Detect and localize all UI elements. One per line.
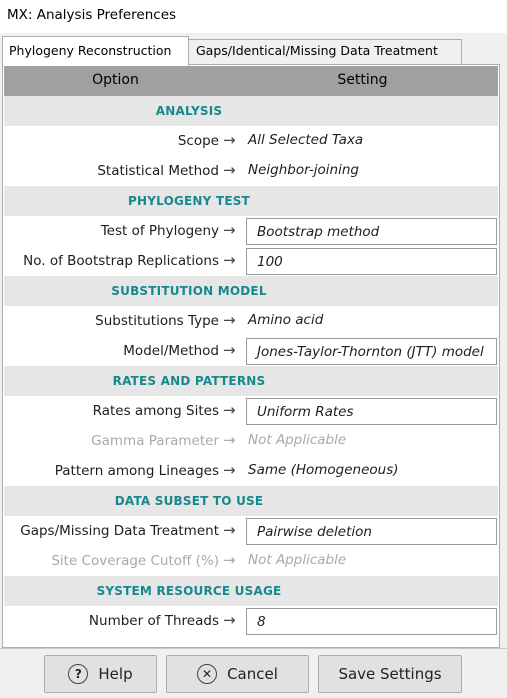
setting-value: Amino acid xyxy=(248,312,324,328)
arrow-right-icon: → xyxy=(223,461,236,479)
setting-value: Jones-Taylor-Thornton (JTT) model xyxy=(257,344,484,360)
footer-divider xyxy=(0,648,507,649)
arrow-right-icon: → xyxy=(223,401,236,419)
option-row: Number of Threads → 8 xyxy=(4,606,498,636)
option-row: Gaps/Missing Data Treatment → Pairwise del… xyxy=(4,516,498,546)
cancel-button-label: Cancel xyxy=(227,665,278,683)
setting-field[interactable]: Pairwise deletion xyxy=(246,518,497,545)
section-label: SYSTEM RESOURCE USAGE xyxy=(96,584,282,598)
cancel-button[interactable]: ✕ Cancel xyxy=(166,655,309,693)
option-label: Site Coverage Cutoff (%) xyxy=(51,553,219,569)
option-label: Model/Method xyxy=(123,343,219,359)
option-label: Rates among Sites xyxy=(92,403,219,419)
tab-gaps-missing-data[interactable]: Gaps/Identical/Missing Data Treatment xyxy=(189,39,462,66)
save-settings-button[interactable]: Save Settings xyxy=(318,655,462,693)
section-label: SUBSTITUTION MODEL xyxy=(111,284,267,298)
header-setting: Setting xyxy=(337,72,388,88)
option-label: Test of Phylogeny xyxy=(100,223,219,239)
arrow-right-icon: → xyxy=(223,161,236,179)
section-header: SUBSTITUTION MODEL xyxy=(4,276,498,306)
option-row: Statistical Method → Neighbor-joining xyxy=(4,156,498,186)
window-title-bar: MX: Analysis Preferences xyxy=(0,0,507,33)
tab-bar: Phylogeny Reconstruction Gaps/Identical/… xyxy=(0,33,507,66)
option-label: Scope xyxy=(177,133,219,149)
setting-field[interactable]: Bootstrap method xyxy=(246,218,497,245)
arrow-right-icon: → xyxy=(223,131,236,149)
window-title: MX: Analysis Preferences xyxy=(7,7,177,23)
arrow-right-icon: → xyxy=(223,251,236,269)
setting-value: Uniform Rates xyxy=(257,404,354,420)
setting-field[interactable]: Uniform Rates xyxy=(246,398,497,425)
setting-value: Same (Homogeneous) xyxy=(248,462,399,478)
setting-value: 8 xyxy=(257,614,266,630)
section-header: SYSTEM RESOURCE USAGE xyxy=(4,576,498,606)
arrow-right-icon: → xyxy=(223,341,236,359)
option-row: Test of Phylogeny → Bootstrap method xyxy=(4,216,498,246)
option-row: Site Coverage Cutoff (%) → Not Applicable xyxy=(4,546,498,576)
header-option: Option xyxy=(92,72,139,88)
option-label: Substitutions Type xyxy=(95,313,219,329)
section-header: PHYLOGENY TEST xyxy=(4,186,498,216)
save-button-label: Save Settings xyxy=(338,665,442,683)
section-label: PHYLOGENY TEST xyxy=(128,194,250,208)
grid-header: Option Setting xyxy=(4,66,498,96)
arrow-right-icon: → xyxy=(223,221,236,239)
setting-value: Neighbor-joining xyxy=(248,162,359,178)
option-row: Rates among Sites → Uniform Rates xyxy=(4,396,498,426)
option-row: No. of Bootstrap Replications → 100 xyxy=(4,246,498,276)
help-button[interactable]: ? Help xyxy=(44,655,157,693)
option-row: Model/Method → Jones-Taylor-Thornton (JTT)… xyxy=(4,336,498,366)
option-label: Gamma Parameter xyxy=(91,433,219,449)
section-header: ANALYSIS xyxy=(4,96,498,126)
arrow-right-icon: → xyxy=(223,551,236,569)
option-label: Pattern among Lineages xyxy=(54,463,219,479)
preferences-panel: Option Setting ANALYSIS Scope → All Selecte… xyxy=(2,64,500,648)
option-row: Substitutions Type → Amino acid xyxy=(4,306,498,336)
option-row: Pattern among Lineages → Same (Homogeneous… xyxy=(4,456,498,486)
option-row: Gamma Parameter → Not Applicable xyxy=(4,426,498,456)
section-label: DATA SUBSET TO USE xyxy=(114,494,264,508)
options-grid: Option Setting ANALYSIS Scope → All Selecte… xyxy=(4,66,498,636)
arrow-right-icon: → xyxy=(223,521,236,539)
tab-phylogeny-reconstruction[interactable]: Phylogeny Reconstruction xyxy=(2,36,189,66)
setting-value: Bootstrap method xyxy=(257,224,380,240)
setting-value: Pairwise deletion xyxy=(257,524,372,540)
section-header: DATA SUBSET TO USE xyxy=(4,486,498,516)
option-label: Statistical Method xyxy=(97,163,219,179)
option-label: Number of Threads xyxy=(88,613,219,629)
option-label: Gaps/Missing Data Treatment xyxy=(20,523,219,539)
help-icon: ? xyxy=(68,664,89,684)
help-button-label: Help xyxy=(98,665,133,683)
section-header: RATES AND PATTERNS xyxy=(4,366,498,396)
setting-field[interactable]: Jones-Taylor-Thornton (JTT) model xyxy=(246,338,497,365)
option-row: Scope → All Selected Taxa xyxy=(4,126,498,156)
setting-value: All Selected Taxa xyxy=(248,132,364,148)
setting-value: Not Applicable xyxy=(248,432,347,448)
section-label: ANALYSIS xyxy=(155,104,223,118)
setting-field[interactable]: 100 xyxy=(246,248,497,275)
section-label: RATES AND PATTERNS xyxy=(112,374,266,388)
arrow-right-icon: → xyxy=(223,431,236,449)
setting-value: Not Applicable xyxy=(248,552,347,568)
arrow-right-icon: → xyxy=(223,311,236,329)
setting-field[interactable]: 8 xyxy=(246,608,497,635)
setting-value: 100 xyxy=(257,254,283,270)
cancel-icon: ✕ xyxy=(197,664,218,684)
option-label: No. of Bootstrap Replications xyxy=(23,253,219,269)
arrow-right-icon: → xyxy=(223,611,236,629)
